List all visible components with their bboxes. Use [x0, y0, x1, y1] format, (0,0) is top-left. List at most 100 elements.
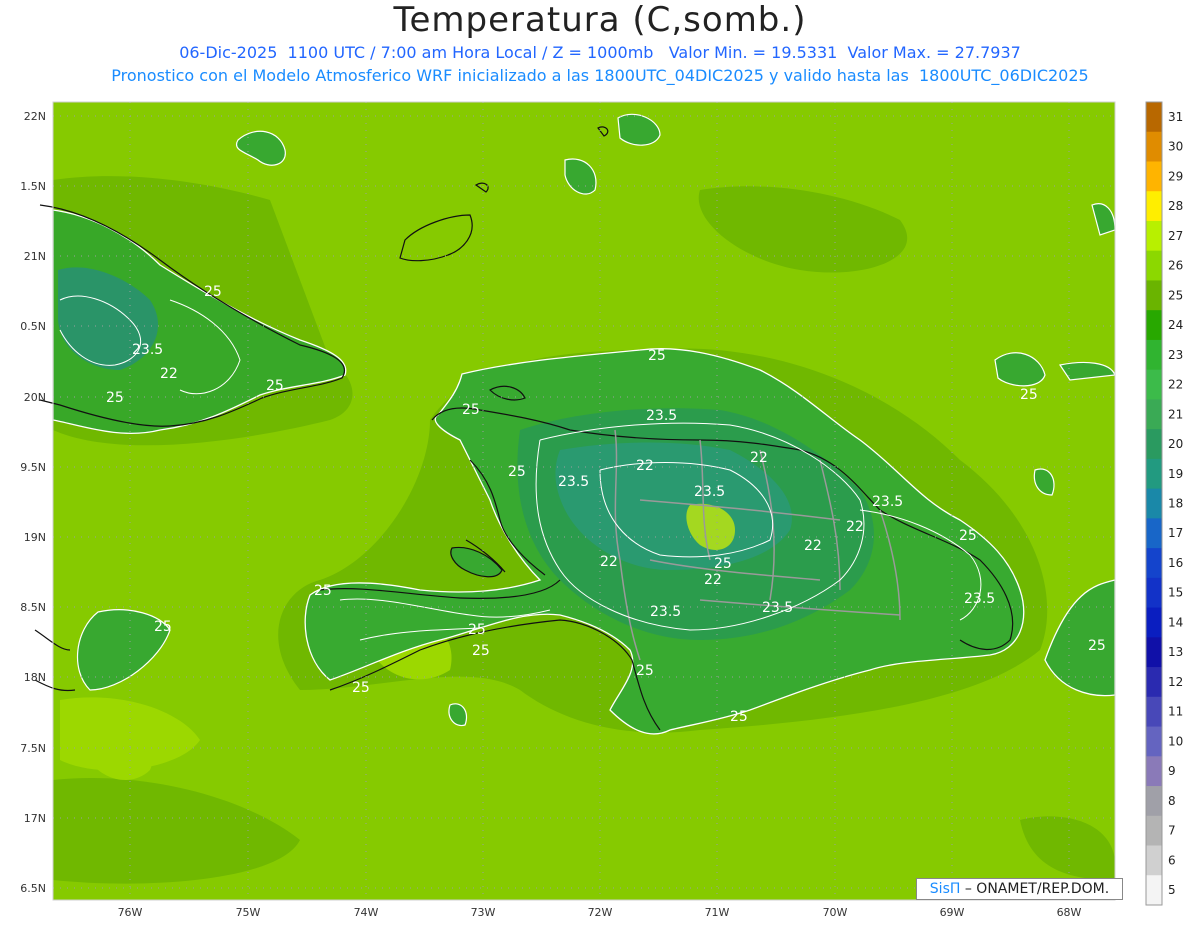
contour-value: 22 — [160, 366, 178, 382]
valid-time-subtitle: 06-Dic-2025 1100 UTC / 7:00 am Hora Loca… — [179, 43, 1021, 62]
contour-value: 25 — [1088, 638, 1106, 654]
lat-label: 18N — [24, 671, 46, 684]
legend-label: 22 — [1168, 378, 1183, 392]
legend-label: 28 — [1168, 199, 1183, 213]
legend-swatch — [1146, 399, 1162, 430]
contour-value: 25 — [636, 663, 654, 679]
legend-swatch — [1146, 815, 1162, 847]
contour-value: 22 — [846, 519, 864, 535]
legend-swatch — [1146, 369, 1162, 400]
legend-label: 31 — [1168, 110, 1183, 124]
legend-swatch — [1146, 280, 1162, 311]
legend-swatch — [1146, 577, 1162, 609]
lat-label: 8.5N — [20, 601, 46, 614]
legend-swatch — [1146, 220, 1162, 252]
legend-swatch — [1146, 161, 1162, 192]
lat-label: 17N — [24, 812, 46, 825]
legend-swatch — [1146, 637, 1162, 668]
legend-swatch — [1146, 339, 1162, 371]
lat-label: 0.5N — [20, 320, 46, 333]
legend-label: 16 — [1168, 556, 1183, 570]
legend-label: 30 — [1168, 140, 1183, 154]
legend-swatch — [1146, 191, 1162, 222]
legend-swatch — [1146, 102, 1162, 133]
contour-value: 25 — [154, 619, 172, 635]
contour-value: 25 — [314, 583, 332, 599]
contour-value: 23.5 — [132, 342, 163, 358]
legend-label: 8 — [1168, 794, 1176, 808]
legend-label: 10 — [1168, 734, 1183, 748]
legend-swatch — [1146, 250, 1162, 281]
lat-label: 19N — [24, 531, 46, 544]
lat-label: 9.5N — [20, 461, 46, 474]
contour-value: 23.5 — [694, 484, 725, 500]
lon-label: 74W — [354, 906, 379, 919]
legend-swatch — [1146, 786, 1162, 817]
legend-swatch — [1146, 310, 1162, 341]
legend-label: 25 — [1168, 288, 1183, 302]
contour-value: 25 — [472, 643, 490, 659]
lon-label: 70W — [823, 906, 848, 919]
lat-label: 7.5N — [20, 742, 46, 755]
lon-label: 68W — [1057, 906, 1082, 919]
lat-label: 1.5N — [20, 180, 46, 193]
legend-label: 26 — [1168, 259, 1183, 273]
forecast-map: 25 23.5 22 25 25 25 23.5 25 22 22 23.5 2… — [20, 101, 1183, 919]
contour-value: 22 — [600, 554, 618, 570]
contour-value: 25 — [1020, 387, 1038, 403]
lat-label: 22N — [24, 110, 46, 123]
contour-value: 25 — [204, 284, 222, 300]
lon-label: 69W — [940, 906, 965, 919]
legend-swatch — [1146, 875, 1162, 906]
legend-swatch — [1146, 458, 1162, 490]
contour-value: 23.5 — [964, 591, 995, 607]
legend-swatch — [1146, 518, 1162, 549]
legend-label: 18 — [1168, 497, 1183, 511]
legend-label: 14 — [1168, 615, 1183, 629]
lon-label: 75W — [236, 906, 261, 919]
map-title: Temperatura (C,somb.) — [393, 0, 807, 40]
legend-label: 7 — [1168, 824, 1176, 838]
contour-value: 25 — [266, 378, 284, 394]
legend-swatch — [1146, 607, 1162, 638]
credit-box: SisΠ – ONAMET/REP.DOM. — [916, 878, 1123, 900]
legend-label: 11 — [1168, 705, 1183, 719]
contour-value: 22 — [750, 450, 768, 466]
contour-value: 25 — [508, 464, 526, 480]
lon-label: 76W — [118, 906, 143, 919]
lon-label: 72W — [588, 906, 613, 919]
contour-value: 25 — [959, 528, 977, 544]
brand-label: SisΠ — [929, 881, 961, 897]
contour-value: 22 — [704, 572, 722, 588]
legend-swatch — [1146, 488, 1162, 519]
legend-label: 23 — [1168, 348, 1183, 362]
contour-value: 25 — [648, 348, 666, 364]
contour-value: 23.5 — [558, 474, 589, 490]
contour-value: 23.5 — [650, 604, 681, 620]
lat-label: 20N — [24, 391, 46, 404]
legend-label: 27 — [1168, 229, 1183, 243]
legend-label: 12 — [1168, 675, 1183, 689]
lon-label: 71W — [705, 906, 730, 919]
contour-value: 25 — [730, 709, 748, 725]
contour-value: 22 — [636, 458, 654, 474]
legend-swatch — [1146, 131, 1162, 162]
legend-label: 20 — [1168, 437, 1183, 451]
contour-value: 23.5 — [646, 408, 677, 424]
legend-label: 21 — [1168, 407, 1183, 421]
color-legend: 31 30 29 28 27 26 25 24 23 22 21 20 19 18 17 16 15 14 13 12… — [1145, 101, 1183, 906]
model-run-subtitle: Pronostico con el Modelo Atmosferico WRF… — [111, 66, 1089, 85]
contour-value: 23.5 — [762, 600, 793, 616]
legend-label: 5 — [1168, 883, 1176, 897]
credit-text: – ONAMET/REP.DOM. — [960, 881, 1110, 897]
lat-label: 21N — [24, 250, 46, 263]
legend-label: 29 — [1168, 169, 1183, 183]
legend-swatch — [1146, 845, 1162, 876]
contour-value: 23.5 — [872, 494, 903, 510]
legend-swatch — [1146, 696, 1162, 728]
contour-value: 25 — [352, 680, 370, 696]
contour-value: 25 — [106, 390, 124, 406]
legend-swatch — [1146, 667, 1162, 698]
contour-value: 22 — [804, 538, 822, 554]
lat-label: 6.5N — [20, 882, 46, 895]
